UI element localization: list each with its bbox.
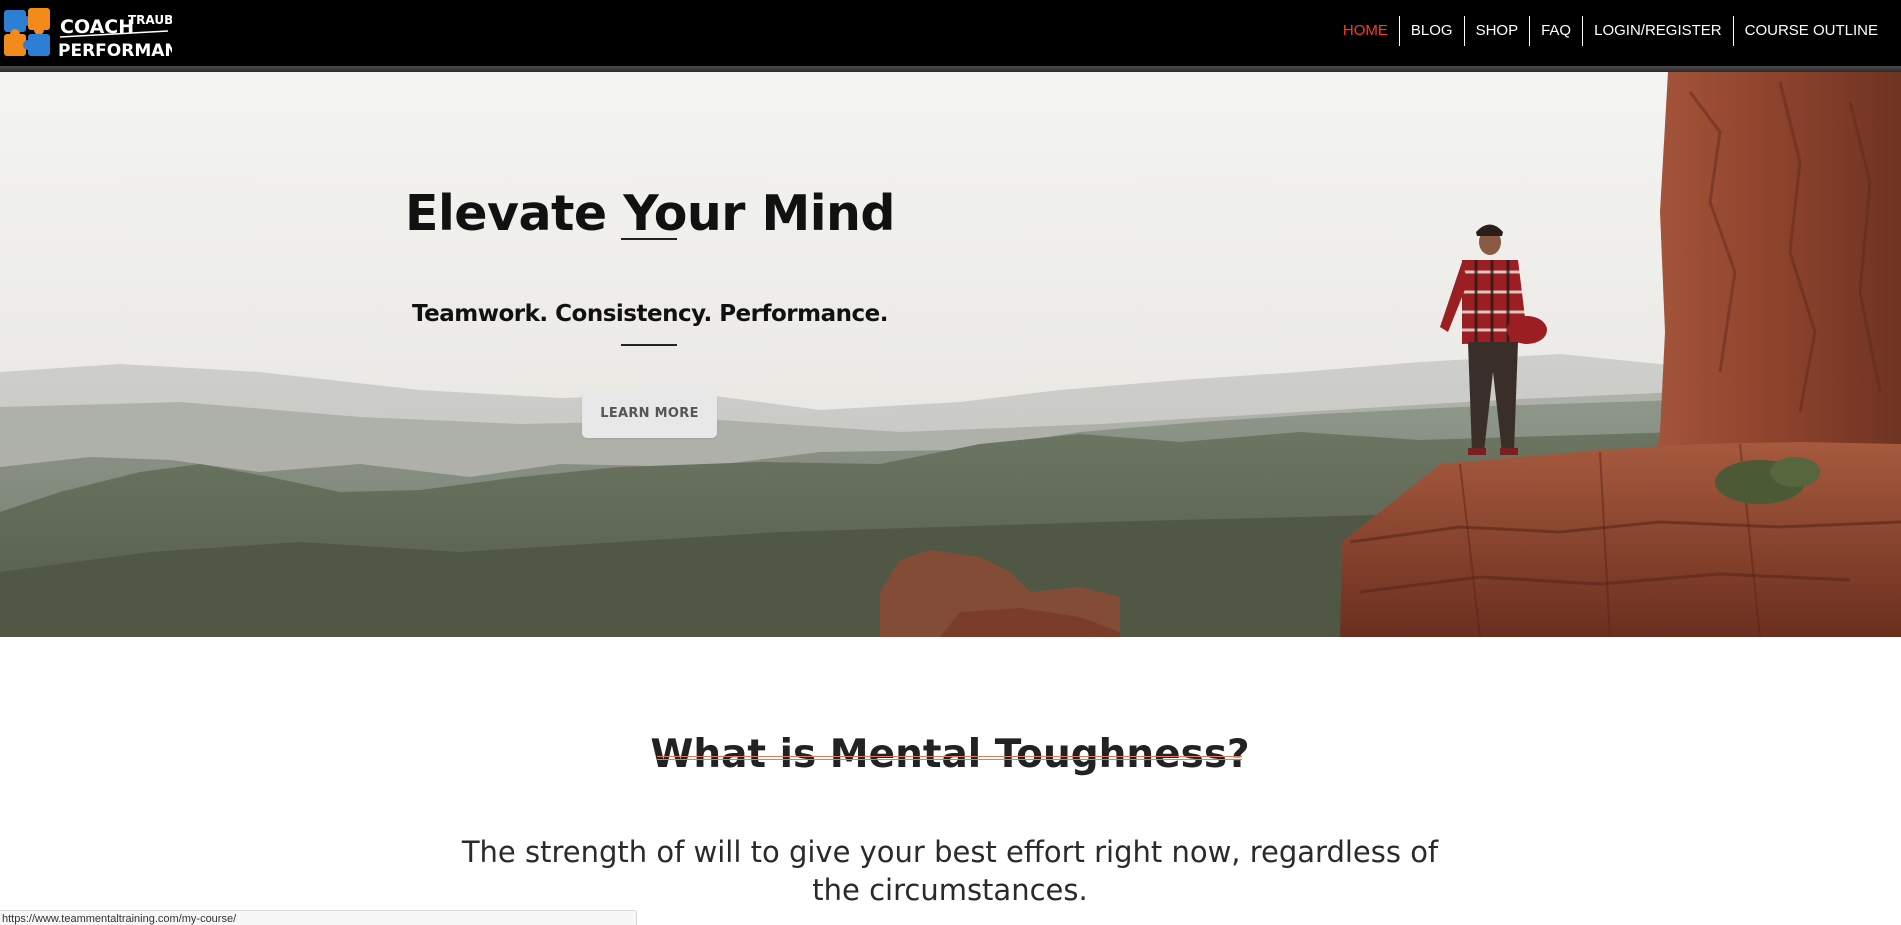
main-nav: HOME BLOG SHOP FAQ LOGIN/REGISTER COURSE… [1332,16,1889,46]
section-title: What is Mental Toughness? [650,732,1250,778]
nav-item-blog[interactable]: BLOG [1398,16,1464,46]
hero-divider-top [621,238,677,240]
hero-divider-bottom [621,344,677,346]
site-logo[interactable]: COACH TRAUB PERFORMANCE [2,4,172,62]
nav-item-course-outline[interactable]: COURSE OUTLINE [1732,16,1889,46]
nav-item-faq[interactable]: FAQ [1529,16,1582,46]
hero-subtitle: Teamwork. Consistency. Performance. [412,301,888,328]
section-definition-text: The strength of will to give your best e… [461,835,1439,907]
hero-title: Elevate Your Mind [405,184,896,242]
hero-landscape-image [0,72,1901,637]
section-title-underline [657,756,1242,760]
logo-text-performance: PERFORMANCE [58,41,172,61]
nav-item-login-register[interactable]: LOGIN/REGISTER [1582,16,1733,46]
learn-more-button[interactable]: LEARN MORE [582,390,717,438]
puzzle-logo-icon: COACH TRAUB PERFORMANCE [4,8,172,61]
browser-status-bar-url: https://www.teammentaltraining.com/my-co… [0,910,637,925]
hero-banner: Elevate Your Mind Teamwork. Consistency.… [0,72,1901,637]
nav-item-shop[interactable]: SHOP [1463,16,1530,46]
nav-item-home[interactable]: HOME [1332,16,1399,46]
logo-text-traub: TRAUB [128,13,172,27]
top-navigation-bar: COACH TRAUB PERFORMANCE HOME BLOG SHOP F… [0,0,1901,66]
